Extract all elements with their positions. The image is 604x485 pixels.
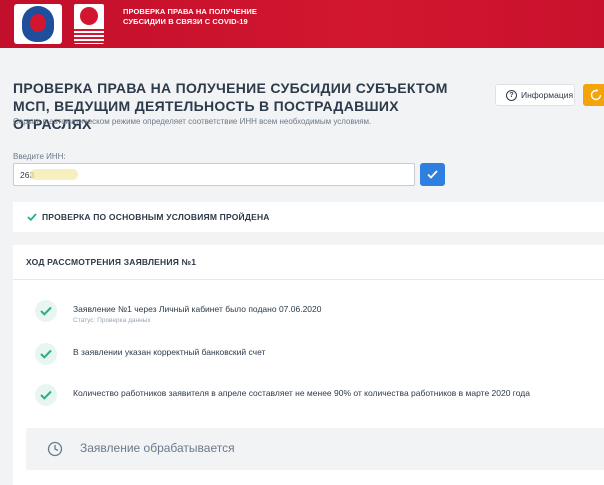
fns-emblem-logo[interactable]	[14, 4, 62, 44]
covid-logo[interactable]	[74, 4, 104, 44]
virus-icon	[80, 7, 98, 25]
check-icon	[427, 170, 438, 179]
redacted-inn-digits	[30, 169, 78, 180]
check-icon	[27, 213, 37, 221]
application-progress-card: ХОД РАССМОТРЕНИЯ ЗАЯВЛЕНИЯ №1 Заявление …	[13, 245, 604, 485]
processing-status: Заявление обрабатывается	[26, 428, 604, 470]
check-icon	[40, 306, 52, 316]
check-icon	[40, 390, 52, 400]
header-title: ПРОВЕРКА ПРАВА НА ПОЛУЧЕНИЕ СУБСИДИИ В С…	[123, 7, 257, 26]
stripe	[74, 29, 104, 31]
question-circle-icon: ?	[506, 89, 517, 101]
clock-icon	[47, 441, 63, 457]
refresh-button[interactable]	[583, 84, 604, 106]
info-button[interactable]: ? Информация	[495, 84, 575, 106]
check-passed-bar: ПРОВЕРКА ПО ОСНОВНЫМ УСЛОВИЯМ ПРОЙДЕНА	[13, 202, 604, 232]
step-done-badge	[35, 384, 57, 406]
card-header: ХОД РАССМОТРЕНИЯ ЗАЯВЛЕНИЯ №1	[13, 245, 604, 280]
step-done-badge	[35, 300, 57, 322]
refresh-icon	[590, 89, 602, 101]
check-icon	[40, 349, 52, 359]
info-button-label: Информация	[521, 90, 574, 100]
processing-text: Заявление обрабатывается	[80, 441, 235, 455]
emblem-icon	[22, 6, 54, 42]
inn-submit-button[interactable]	[420, 163, 445, 186]
step-status: Статус: Проверка данных	[73, 317, 151, 324]
check-passed-text: ПРОВЕРКА ПО ОСНОВНЫМ УСЛОВИЯМ ПРОЙДЕНА	[42, 212, 270, 222]
inn-label: Введите ИНН:	[13, 152, 66, 161]
step-text: Количество работников заявителя в апреле…	[73, 388, 530, 398]
card-title: ХОД РАССМОТРЕНИЯ ЗАЯВЛЕНИЯ №1	[26, 257, 197, 267]
step-text: Заявление №1 через Личный кабинет было п…	[73, 304, 322, 314]
stripe	[74, 37, 104, 39]
top-header: ПРОВЕРКА ПРАВА НА ПОЛУЧЕНИЕ СУБСИДИИ В С…	[0, 0, 604, 48]
stripe	[74, 33, 104, 35]
stripe	[74, 41, 104, 43]
page-subtitle: Сервис в автоматическом режиме определяе…	[13, 117, 372, 126]
step-text: В заявлении указан корректный банковский…	[73, 347, 266, 357]
step-done-badge	[35, 343, 57, 365]
